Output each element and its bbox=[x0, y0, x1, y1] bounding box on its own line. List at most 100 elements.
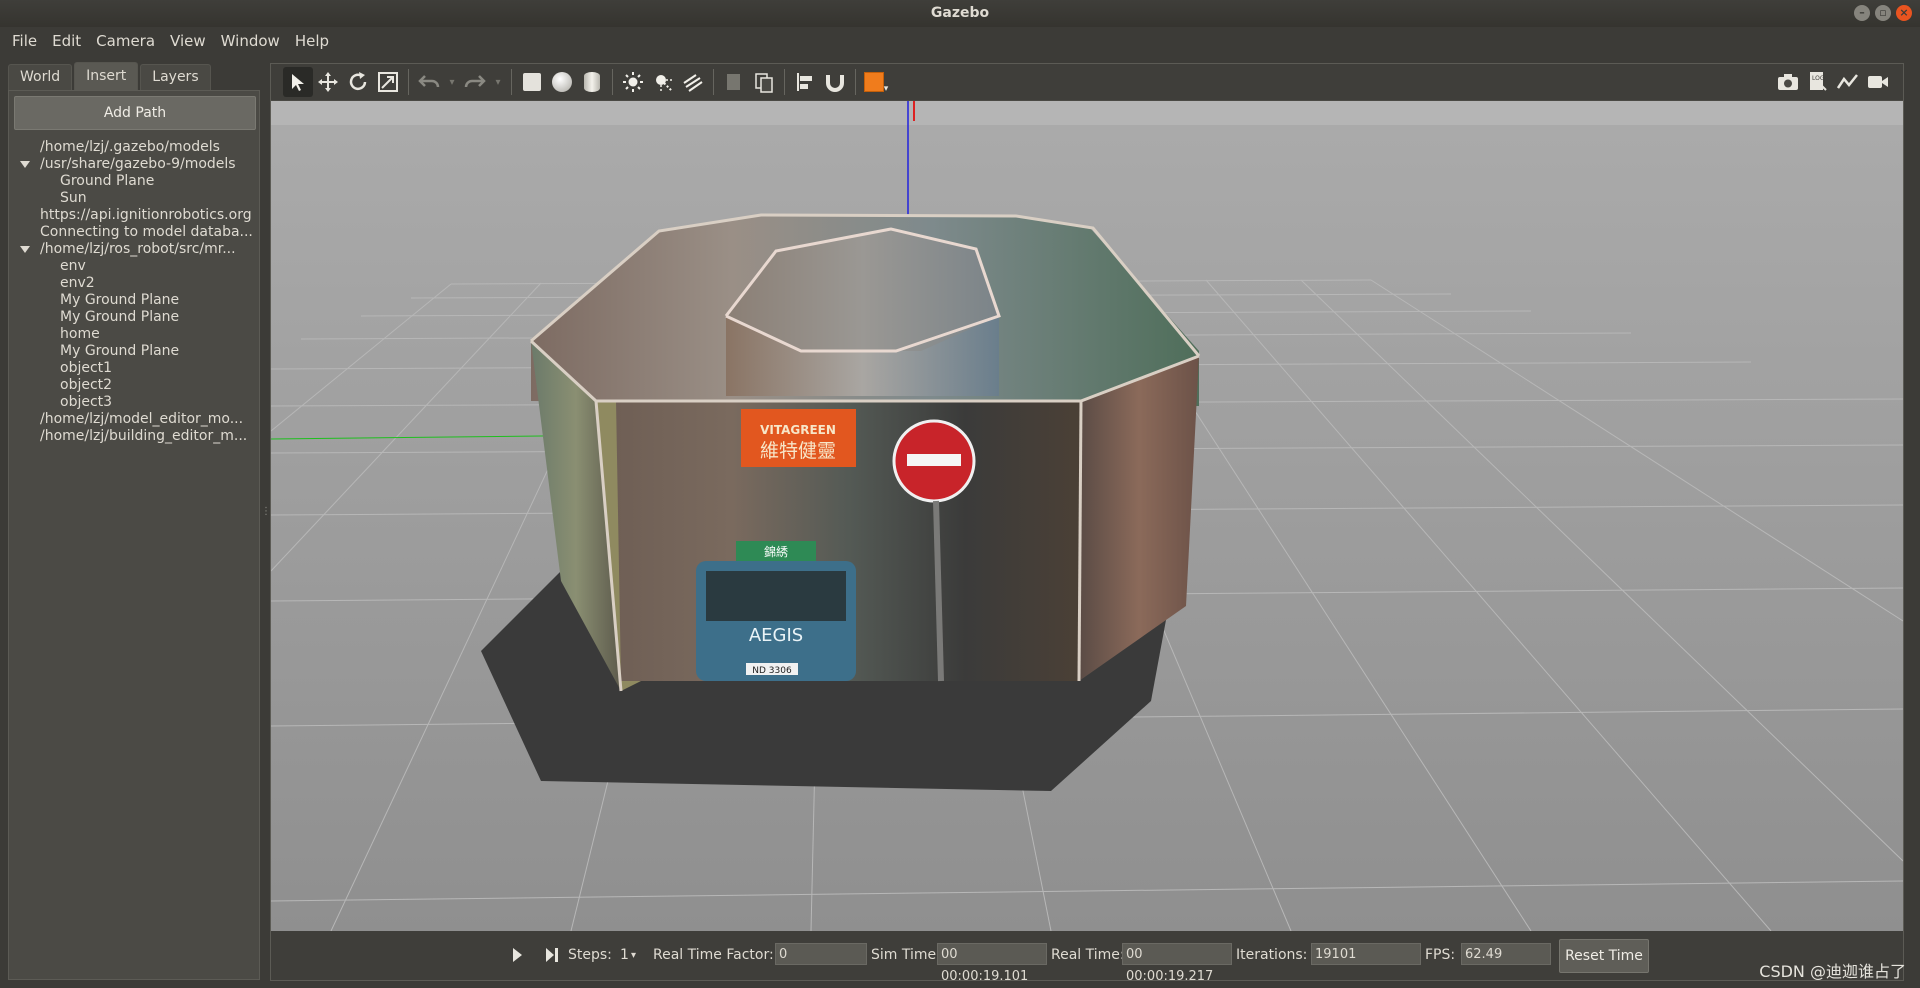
insert-directional-light-button[interactable] bbox=[678, 67, 708, 97]
panel-splitter-handle[interactable]: ⋮ bbox=[261, 507, 271, 530]
bus-sign-text: 錦綉 bbox=[764, 544, 788, 559]
menu-camera[interactable]: Camera bbox=[90, 32, 164, 50]
model-path-item[interactable]: /home/lzj/.gazebo/models bbox=[9, 139, 259, 156]
model-item[interactable]: Ground Plane bbox=[9, 173, 259, 190]
align-button[interactable] bbox=[790, 67, 820, 97]
model-path-item[interactable]: /home/lzj/ros_robot/src/mr... bbox=[9, 241, 259, 258]
undo-button[interactable] bbox=[414, 67, 444, 97]
model-path-item[interactable]: /home/lzj/model_editor_mo... bbox=[9, 411, 259, 428]
tree-item-label: /home/lzj/building_editor_m... bbox=[40, 428, 248, 444]
insert-box-button[interactable] bbox=[517, 67, 547, 97]
tab-insert[interactable]: Insert bbox=[74, 62, 139, 90]
model-item[interactable]: env bbox=[9, 258, 259, 275]
plot-button[interactable] bbox=[1833, 67, 1863, 97]
toolbar-separator bbox=[855, 69, 856, 95]
tab-layers[interactable]: Layers bbox=[140, 64, 211, 90]
directional-light-icon bbox=[683, 74, 703, 92]
select-mode-button[interactable] bbox=[283, 67, 313, 97]
log-document-icon: LOG bbox=[1810, 72, 1827, 91]
insert-spot-light-button[interactable] bbox=[648, 67, 678, 97]
tree-item-label: https://api.ignitionrobotics.org bbox=[40, 207, 252, 223]
3d-viewport[interactable]: VITAGREEN 維特健靈 錦綉 AEGIS ND 3306 bbox=[271, 101, 1903, 931]
tree-item-label: object1 bbox=[60, 360, 113, 376]
spot-light-icon bbox=[656, 75, 673, 92]
tree-item-label: object2 bbox=[60, 377, 113, 393]
insert-cylinder-button[interactable] bbox=[577, 67, 607, 97]
model-item[interactable]: env2 bbox=[9, 275, 259, 292]
expand-arrow-icon[interactable] bbox=[20, 246, 30, 253]
redo-button[interactable] bbox=[460, 67, 490, 97]
model-item[interactable]: My Ground Plane bbox=[9, 343, 259, 360]
rotate-mode-button[interactable] bbox=[343, 67, 373, 97]
snap-button[interactable] bbox=[820, 67, 850, 97]
view-angle-button[interactable]: ▾ bbox=[861, 67, 891, 97]
bus-plate-text: ND 3306 bbox=[752, 666, 792, 676]
menu-help[interactable]: Help bbox=[289, 32, 338, 50]
tree-item-label: /home/lzj/ros_robot/src/mr... bbox=[40, 241, 236, 257]
close-button[interactable]: × bbox=[1896, 5, 1912, 21]
cylinder-icon bbox=[584, 72, 600, 92]
billboard-chinese-text: 維特健靈 bbox=[760, 440, 836, 462]
undo-history-dropdown[interactable]: ▾ bbox=[444, 67, 460, 97]
watermark: CSDN @迪迦谁占了 bbox=[1759, 962, 1906, 981]
menu-bar: File Edit Camera View Window Help bbox=[0, 27, 1920, 54]
log-button[interactable]: LOG bbox=[1803, 67, 1833, 97]
window-title: Gazebo bbox=[930, 5, 990, 21]
model-item[interactable]: Sun bbox=[9, 190, 259, 207]
move-arrows-icon bbox=[318, 72, 338, 92]
left-panel: World Insert Layers Add Path /home/lzj/.… bbox=[8, 62, 260, 980]
insert-sphere-button[interactable] bbox=[547, 67, 577, 97]
paste-button[interactable] bbox=[749, 67, 779, 97]
menu-view[interactable]: View bbox=[164, 32, 215, 50]
toolbar-separator bbox=[713, 69, 714, 95]
scale-icon bbox=[378, 72, 398, 92]
status-bar: Steps: 1 ▾ Real Time Factor: 0 Sim Time:… bbox=[271, 931, 1903, 984]
steps-label: Steps: bbox=[568, 947, 612, 963]
svg-text:LOG: LOG bbox=[1812, 75, 1825, 82]
model-path-item[interactable]: /usr/share/gazebo-9/models bbox=[9, 156, 259, 173]
tree-item-label: /home/lzj/model_editor_mo... bbox=[40, 411, 244, 427]
plot-line-icon bbox=[1837, 74, 1858, 89]
menu-file[interactable]: File bbox=[6, 32, 46, 50]
model-item[interactable]: object3 bbox=[9, 394, 259, 411]
play-button[interactable] bbox=[511, 947, 523, 963]
tree-item-label: Connecting to model databa... bbox=[40, 224, 253, 240]
menu-window[interactable]: Window bbox=[215, 32, 289, 50]
model-item[interactable]: object1 bbox=[9, 360, 259, 377]
copy-icon bbox=[727, 74, 740, 90]
video-camera-icon bbox=[1868, 76, 1888, 88]
bus-brand-text: AEGIS bbox=[749, 625, 803, 646]
tab-world[interactable]: World bbox=[8, 64, 73, 90]
add-path-button[interactable]: Add Path bbox=[14, 96, 256, 130]
tree-item-label: home bbox=[60, 326, 100, 342]
record-video-button[interactable] bbox=[1863, 67, 1893, 97]
translate-mode-button[interactable] bbox=[313, 67, 343, 97]
copy-button[interactable] bbox=[719, 67, 749, 97]
screenshot-button[interactable] bbox=[1773, 67, 1803, 97]
expand-arrow-icon[interactable] bbox=[20, 161, 30, 168]
real-time-value: 00 00:00:19.217 bbox=[1122, 943, 1232, 984]
minimize-button[interactable]: – bbox=[1854, 5, 1870, 21]
model-path-item[interactable]: https://api.ignitionrobotics.org bbox=[9, 207, 259, 224]
magnet-icon bbox=[826, 75, 844, 92]
chevron-down-icon[interactable]: ▾ bbox=[631, 950, 636, 961]
main-area: ▾ ▾ ▾ LOG VITAGREEN 維特健靈 錦綉 AEGIS ND 330… bbox=[270, 63, 1904, 984]
maximize-button[interactable]: ▫ bbox=[1875, 5, 1891, 21]
paste-icon bbox=[755, 73, 773, 93]
reset-time-button[interactable]: Reset Time bbox=[1559, 939, 1649, 973]
insert-point-light-button[interactable] bbox=[618, 67, 648, 97]
model-path-item[interactable]: /home/lzj/building_editor_m... bbox=[9, 428, 259, 445]
menu-edit[interactable]: Edit bbox=[46, 32, 90, 50]
model-item[interactable]: My Ground Plane bbox=[9, 309, 259, 326]
tree-item-label: /usr/share/gazebo-9/models bbox=[40, 156, 236, 172]
model-path-item[interactable]: Connecting to model databa... bbox=[9, 224, 259, 241]
undo-icon bbox=[418, 75, 440, 88]
model-item[interactable]: object2 bbox=[9, 377, 259, 394]
model-item[interactable]: home bbox=[9, 326, 259, 343]
step-button[interactable] bbox=[545, 947, 559, 963]
scale-mode-button[interactable] bbox=[373, 67, 403, 97]
redo-history-dropdown[interactable]: ▾ bbox=[490, 67, 506, 97]
sun-light-icon bbox=[623, 72, 643, 92]
steps-value[interactable]: 1 bbox=[620, 947, 629, 963]
model-item[interactable]: My Ground Plane bbox=[9, 292, 259, 309]
